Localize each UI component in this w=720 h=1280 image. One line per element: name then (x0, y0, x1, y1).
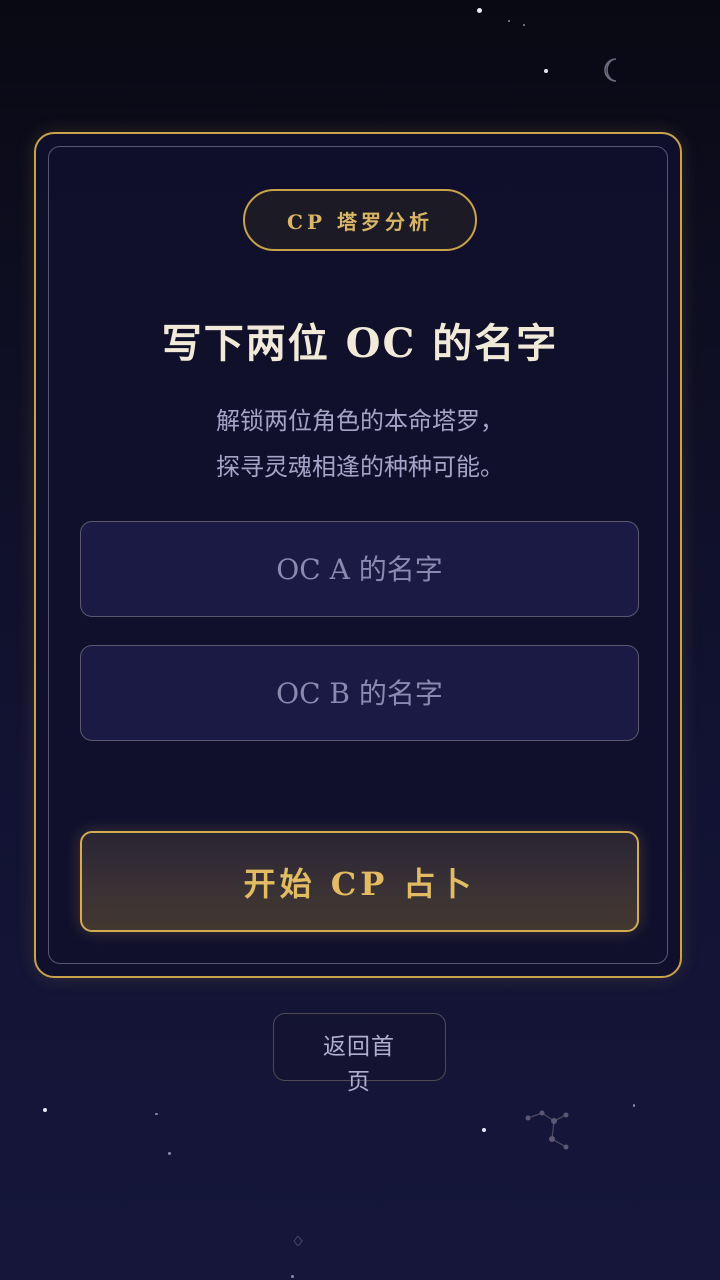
star (544, 69, 548, 73)
oc-a-name-input[interactable] (80, 521, 639, 617)
badge-label: CP 塔罗分析 (287, 209, 433, 234)
cp-tarot-badge: CP 塔罗分析 (243, 189, 477, 251)
page-title: 写下两位 OC 的名字 (161, 320, 559, 367)
back-home-label[interactable]: 返回首页 (314, 1030, 404, 1100)
star (633, 1104, 635, 1107)
description-line-1: 解锁两位角色的本命塔罗， (216, 407, 504, 435)
star (523, 24, 525, 26)
oc-b-name-input[interactable] (80, 645, 639, 741)
star (155, 1113, 158, 1115)
star (43, 1108, 47, 1112)
sparkle-icon (293, 1231, 303, 1247)
star (508, 20, 510, 22)
star (477, 8, 482, 13)
start-cp-divination-button[interactable]: 开始 CP 占卜 (80, 831, 639, 932)
star (168, 1152, 171, 1155)
moon-icon (599, 56, 627, 84)
constellation-icon (520, 1105, 580, 1155)
description-line-2: 探寻灵魂相逢的种种可能。 (216, 453, 504, 481)
star (291, 1275, 294, 1278)
start-button-label: 开始 CP 占卜 (243, 864, 476, 903)
star (482, 1128, 486, 1132)
